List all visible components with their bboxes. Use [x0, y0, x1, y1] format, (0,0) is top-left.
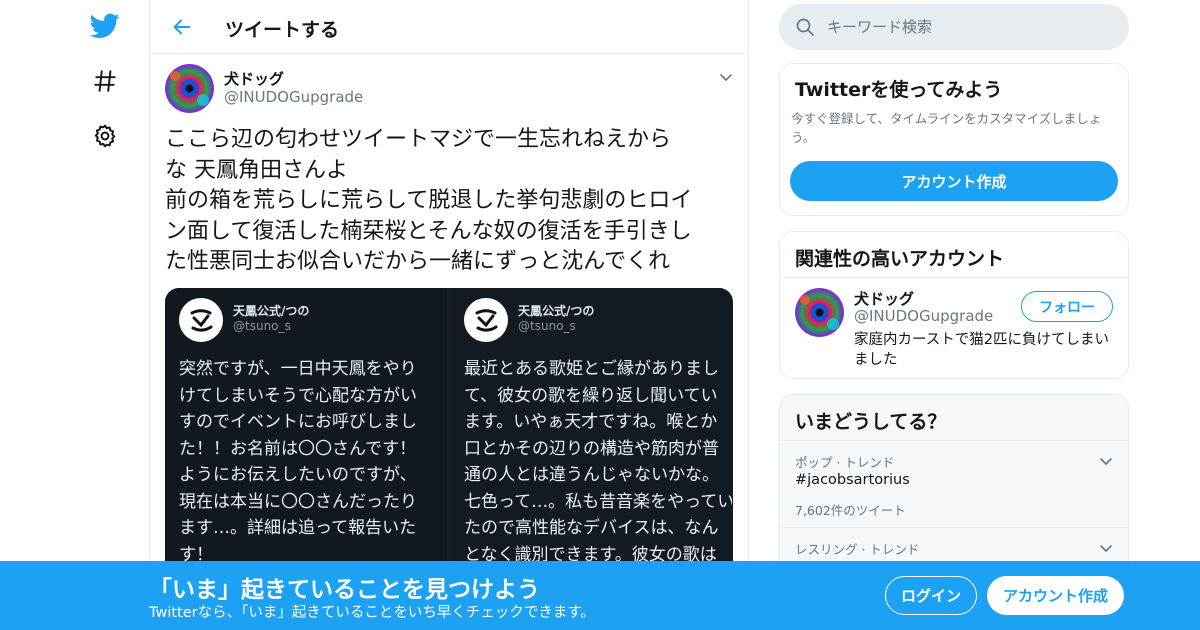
logo-icon [179, 298, 223, 342]
media-image-2[interactable]: 天鳳公式/つの @tsuno_s 最近とある歌姫とご縁がありまし て、彼女の歌を… [450, 288, 732, 578]
banner-title: 「いま」起きていることを見つけよう [149, 577, 540, 603]
author-handle[interactable]: @INUDOGupgrade [224, 88, 363, 106]
media-account-handle: @tsuno_s [233, 319, 291, 333]
logo-icon [464, 298, 508, 342]
related-accounts-card: 関連性の高いアカウント 犬ドッグ @INUDOGupgrade フォロー 家庭内… [779, 231, 1129, 379]
main-header: ツイートする [150, 0, 748, 54]
tweet-text-line: ン面して復活した楠栞桜とそんな奴の復活を手引きし [165, 218, 692, 244]
twitter-bird-icon[interactable] [88, 9, 122, 43]
avatar[interactable] [165, 64, 214, 113]
tweet-text: ここら辺の匂わせツイートマジで一生忘れねえから な 天鳳角田さんよ 前の箱を荒ら… [165, 125, 735, 278]
media-text: 最近とある歌姫とご縁がありまし て、彼女の歌を繰り返し聞いてい ます。いやぁ天才… [464, 359, 732, 578]
tweet-media[interactable]: 天鳳公式/つの @tsuno_s 突然ですが、一日中天鳳をやり けてしまいそうで… [165, 288, 733, 578]
card-title: Twitterを使ってみよう [795, 79, 1003, 101]
search-bar[interactable] [779, 4, 1129, 50]
follow-button[interactable]: フォロー [1021, 291, 1113, 322]
search-icon [795, 17, 815, 37]
tweet-text-line: た性悪同士お似合いだから一緒にずっと沈んでくれ [165, 249, 671, 274]
card-title: 関連性の高いアカウント [795, 248, 1005, 270]
chevron-down-icon[interactable] [718, 69, 734, 85]
chevron-down-icon[interactable] [1098, 453, 1114, 469]
related-account-bio: 家庭内カーストで猫2匹に負けてしまいました [854, 332, 1109, 368]
search-input[interactable] [827, 4, 1117, 50]
chevron-down-icon[interactable] [1098, 540, 1114, 556]
media-account-name: 天鳳公式/つの [518, 304, 595, 318]
tweet-text-line: 前の箱を荒らしに荒らして脱退した挙句悲劇のヒロイ [165, 188, 693, 213]
gear-icon[interactable] [88, 119, 122, 153]
media-account-name: 天鳳公式/つの [233, 304, 310, 318]
trend-item[interactable]: ポップ · トレンド #jacobsartorius 7,602件のツイート [780, 440, 1128, 527]
left-nav [80, 0, 130, 630]
card-title: いまどうしてる？ [795, 411, 947, 433]
related-account-name[interactable]: 犬ドッグ [854, 288, 914, 309]
trend-meta: ポップ · トレンド [795, 455, 895, 470]
login-button[interactable]: ログイン [885, 576, 977, 615]
card-description: 今すぐ登録して、タイムラインをカスタマイズしましょう。 [791, 111, 1102, 145]
tweet-text-line: な 天鳳角田さんよ [165, 157, 348, 183]
related-account-handle[interactable]: @INUDOGupgrade [854, 307, 993, 325]
author-name[interactable]: 犬ドッグ [224, 68, 284, 89]
trend-meta: レスリング · トレンド [795, 542, 920, 557]
page-title: ツイートする [225, 19, 340, 41]
avatar[interactable] [795, 288, 844, 337]
create-account-button[interactable]: アカウント作成 [790, 161, 1118, 201]
trend-name[interactable]: #jacobsartorius [795, 472, 910, 488]
banner-subtitle: Twitterなら、「いま」起きていることをいち早くチェックできます。 [149, 605, 595, 621]
divider [780, 277, 1128, 278]
signup-card: Twitterを使ってみよう 今すぐ登録して、タイムラインをカスタマイズしましょ… [779, 63, 1129, 216]
back-arrow-icon[interactable] [168, 13, 196, 41]
signup-button[interactable]: アカウント作成 [987, 576, 1124, 615]
trend-count: 7,602件のツイート [795, 503, 906, 518]
hashtag-icon[interactable] [88, 64, 122, 98]
media-text: 突然ですが、一日中天鳳をやり けてしまいそうで心配な方がい すのでイベントにお呼… [179, 359, 417, 565]
media-account-handle: @tsuno_s [518, 319, 576, 333]
main-column: ツイートする 犬ドッグ @INUDOGupgrade ここら辺の匂わせツイートマ… [149, 0, 749, 630]
signup-banner: 「いま」起きていることを見つけよう Twitterなら、「いま」起きていることを… [0, 561, 1200, 630]
tweet-text-line: ここら辺の匂わせツイートマジで一生忘れねえから [165, 127, 672, 152]
media-image-1[interactable]: 天鳳公式/つの @tsuno_s 突然ですが、一日中天鳳をやり けてしまいそうで… [165, 288, 447, 578]
